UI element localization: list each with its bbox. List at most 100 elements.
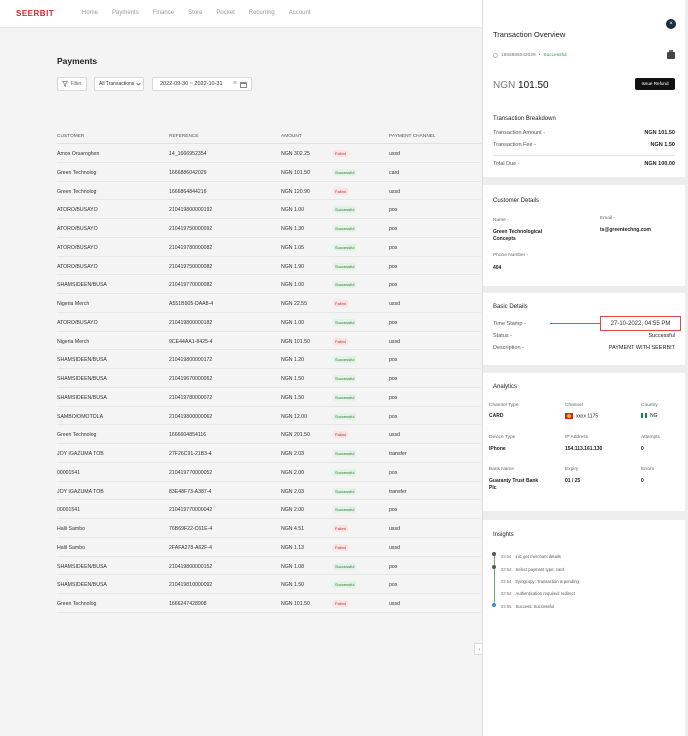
- table-row[interactable]: 00001541 210419770000052 NGN 2.00 pos Succes…: [57, 463, 481, 482]
- customer-cell: 00001541: [57, 469, 81, 476]
- basic-details-title: Basic Details: [493, 304, 528, 310]
- phone-value: 404: [493, 265, 502, 271]
- description-value: PAYMENT WITH SEERBIT: [608, 345, 675, 351]
- reference-cell: 210419750000082: [169, 263, 213, 270]
- channel-cell: pos: [389, 469, 398, 476]
- issue-refund-button[interactable]: Issue Refund: [635, 78, 675, 90]
- channel-cell: transfer: [389, 451, 407, 457]
- table-row[interactable]: SHAMSIDEEN/BUSA 210419800000152 NGN 1.08 po…: [57, 557, 481, 576]
- table-row[interactable]: ATORO/BUSAYO 210419800000192 NGN 1.00 pos Su…: [57, 200, 481, 219]
- status-value: Successful: [648, 333, 675, 339]
- table-row[interactable]: JOY IGAZUMA TOB 27F26C91-21B3-4 NGN 2.03 tr…: [57, 444, 481, 463]
- customer-cell: ATORO/BUSAYO: [57, 263, 98, 270]
- reference-cell: 210419800000152: [169, 563, 213, 570]
- channel-cell: pos: [389, 376, 398, 382]
- status-badge: Successful: [333, 281, 357, 289]
- status-badge: Successful: [333, 468, 357, 476]
- insight-item: 03:54 tryingcopy: Transaction is pending: [501, 579, 579, 584]
- nav-store[interactable]: Store: [188, 10, 202, 16]
- table-row[interactable]: Halil Sambo 76B69F22-C61E-4 NGN 4.51 ussd Fa…: [57, 519, 481, 538]
- table-row[interactable]: SAMBO/OMOTOLA 210419800000062 NGN 12.00 pos…: [57, 407, 481, 426]
- clear-date-icon[interactable]: ×: [233, 80, 237, 87]
- table-body: Amos Oruaroghen 14_1666952354 NGN 302.25 us…: [57, 144, 481, 613]
- insights-timeline-line: [493, 554, 495, 606]
- amount-cell: NGN 302.25: [281, 151, 310, 157]
- filter-button[interactable]: Filter: [57, 77, 87, 91]
- table-row[interactable]: Nigeria Merch 9CE44AA1-8425-4 NGN 101.50 us…: [57, 332, 481, 351]
- transactions-select[interactable]: All Transactions: [94, 77, 144, 91]
- table-row[interactable]: Amos Oruaroghen 14_1666952354 NGN 302.25 us…: [57, 144, 481, 163]
- status-badge: Successful: [333, 562, 357, 570]
- col-customer[interactable]: CUSTOMER: [57, 134, 84, 139]
- reference-cell: 210419800000062: [169, 413, 213, 420]
- status-badge: Successful: [333, 243, 357, 251]
- transaction-status: Successful: [543, 53, 567, 58]
- print-icon[interactable]: [667, 50, 675, 59]
- amount-cell: NGN 1.50: [281, 376, 305, 382]
- status-badge: Successful: [333, 393, 357, 401]
- date-range-value: 2022-09-30 ~ 2022-10-31: [160, 81, 223, 87]
- table-row[interactable]: Green Technolog 1666864844216 NGN 120.90 us…: [57, 182, 481, 201]
- calendar-icon[interactable]: [240, 82, 247, 88]
- channel-cell: ussd: [389, 338, 400, 345]
- customer-cell: Green Technolog: [57, 188, 97, 195]
- customer-cell: SHAMSIDEEN/BUSA: [57, 563, 107, 570]
- expiry-label: Expiry: [565, 467, 579, 472]
- attempts-value: 0: [641, 446, 644, 452]
- reference-cell: 14_1666952354: [169, 151, 207, 157]
- customer-cell: Amos Oruaroghen: [57, 151, 100, 157]
- table-row[interactable]: Green Technolog 1666604854116 NGN 201.50 us…: [57, 425, 481, 444]
- table-row[interactable]: 00001541 210419770000042 NGN 2.00 pos Succes…: [57, 500, 481, 519]
- col-reference[interactable]: REFERENCE: [169, 134, 199, 139]
- table-row[interactable]: Nigeria Merch A551B905-DAA8-4 NGN 22.55 uss…: [57, 294, 481, 313]
- table-row[interactable]: Green Technolog 1666886042029 NGN 101.50 ca…: [57, 163, 481, 182]
- table-row[interactable]: JOY IGAZUMA TOB 83E48F73-A387-4 NGN 2.03 tr…: [57, 482, 481, 501]
- status-badge: Successful: [333, 356, 357, 364]
- channel-value: xxxx 1175: [565, 413, 598, 420]
- reference-cell: 210419670000062: [169, 376, 213, 382]
- table-row[interactable]: ATORO/BUSAYO 210419750000082 NGN 1.90 pos Su…: [57, 257, 481, 276]
- date-range-picker[interactable]: 2022-09-30 ~ 2022-10-31 ×: [152, 77, 252, 91]
- nav-payments[interactable]: Payments: [112, 10, 139, 16]
- table-row[interactable]: SHAMSIDEEN/BUSA 210419810000092 NGN 1.50 po…: [57, 575, 481, 594]
- table-row[interactable]: Halil Sambo 2FAFA278-A62F-4 NGN 1.13 ussd Fa…: [57, 538, 481, 557]
- nav-home[interactable]: Home: [82, 10, 98, 16]
- analytics-title: Analytics: [493, 384, 518, 390]
- reference-cell: 210419800000172: [169, 357, 213, 364]
- nav-pocket[interactable]: Pocket: [216, 10, 234, 16]
- channel-cell: ussd: [389, 301, 400, 307]
- table-row[interactable]: SHAMSIDEEN/BUSA 210419780000072 NGN 1.50 po…: [57, 388, 481, 407]
- reference-cell: 27F26C91-21B3-4: [169, 451, 212, 457]
- nav-account[interactable]: Account: [289, 10, 311, 16]
- transaction-fee-value: NGN 1.50: [650, 142, 675, 148]
- status-badge: Failed: [333, 300, 348, 307]
- status-badge: Successful: [333, 412, 357, 420]
- channel-cell: pos: [389, 563, 398, 570]
- table-row[interactable]: ATORO/BUSAYO 210419750000092 NGN 1.30 pos Su…: [57, 219, 481, 238]
- reference-cell: 1666604854116: [169, 432, 207, 439]
- table-row[interactable]: ATORO/BUSAYO 210419780000082 NGN 1.05 pos Su…: [57, 238, 481, 257]
- table-row[interactable]: SHAMSIDEEN/BUSA 210419770000082 NGN 1.00 po…: [57, 275, 481, 294]
- status-badge: Failed: [333, 337, 348, 345]
- nav-finance[interactable]: Finance: [153, 10, 174, 16]
- nav-recurring[interactable]: Recurring: [249, 10, 275, 16]
- amount-cell: NGN 2.00: [281, 507, 305, 514]
- table-row[interactable]: SHAMSIDEEN/BUSA 210419670000062 NGN 1.50 po…: [57, 369, 481, 388]
- timeline-dot-icon: [492, 552, 496, 556]
- table-row[interactable]: Green Technolog 1666247428908 NGN 101.50 us…: [57, 594, 481, 613]
- table-row[interactable]: SHAMSIDEEN/BUSA 210419800000172 NGN 1.20 po…: [57, 350, 481, 369]
- channel-cell: pos: [389, 394, 398, 401]
- brand-logo[interactable]: SEERBIT: [16, 9, 54, 18]
- table-row[interactable]: ATORO/BUSAYO 210419800000182 NGN 1.00 pos Su…: [57, 313, 481, 332]
- col-amount[interactable]: AMOUNT: [281, 134, 302, 139]
- insights-title: Insights: [493, 532, 514, 538]
- channel-cell: ussd: [389, 544, 400, 551]
- timestamp-value: 27-10-2022, 04:55 PM: [600, 316, 681, 331]
- close-icon[interactable]: ×: [666, 19, 676, 29]
- country-code: NG: [650, 413, 658, 419]
- insight-item: 03:55 Success: Successful: [501, 604, 554, 609]
- status-label: Status -: [493, 333, 512, 339]
- device-type-value: IPhone: [489, 446, 506, 452]
- channel-cell: pos: [389, 226, 398, 232]
- col-channel[interactable]: PAYMENT CHANNEL: [389, 134, 436, 139]
